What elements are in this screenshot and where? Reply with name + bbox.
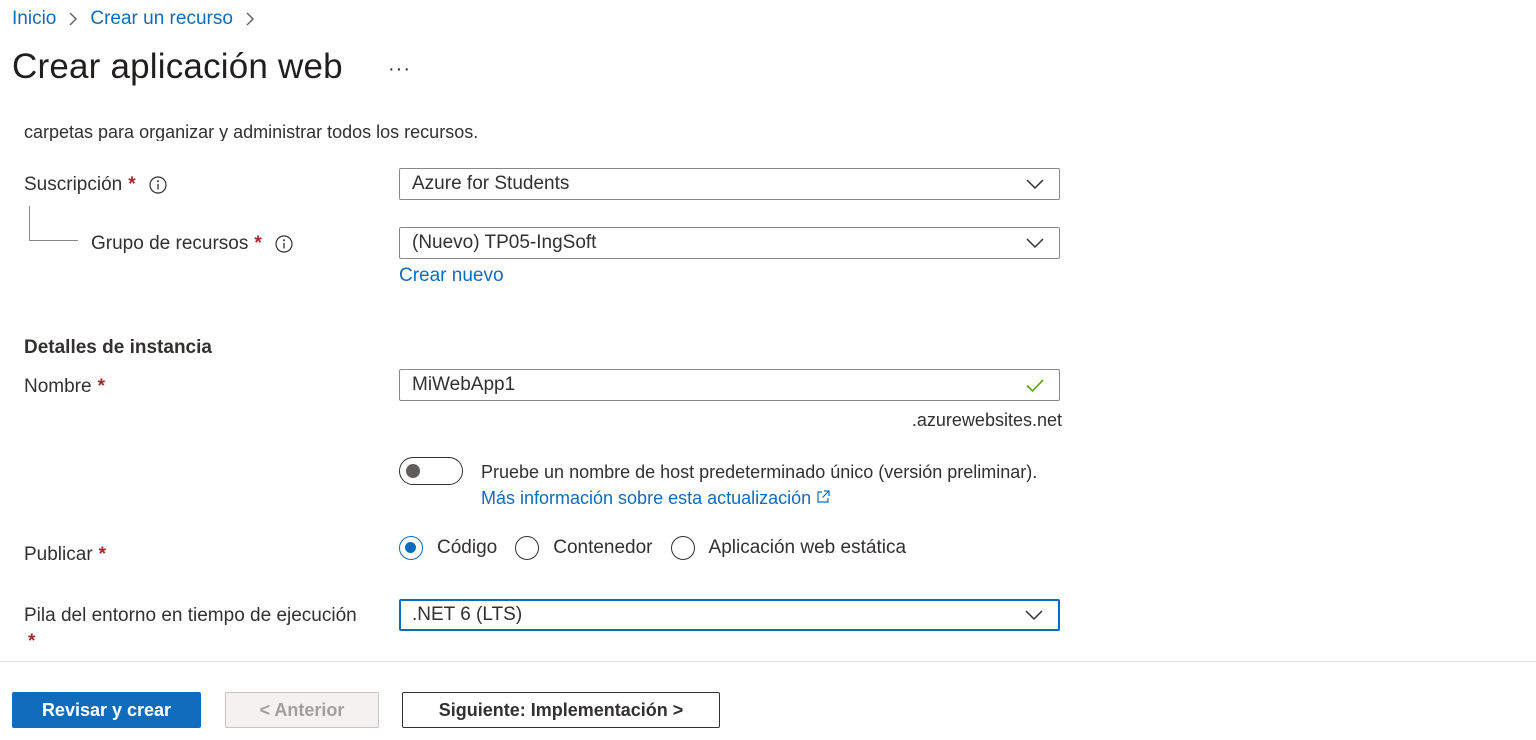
runtime-stack-label: Pila del entorno en tiempo de ejecución * [24,605,357,652]
scrolled-description: carpetas para organizar y administrar to… [24,122,479,141]
chevron-down-icon [1022,603,1046,627]
resource-group-select[interactable]: (Nuevo) TP05-IngSoft [399,227,1060,259]
next-deployment-button[interactable]: Siguiente: Implementación > [402,692,720,728]
unique-hostname-toggle[interactable] [399,457,463,485]
info-icon[interactable] [274,234,294,254]
publish-label: Publicar * [24,544,107,565]
radio-unchecked-icon [515,536,540,560]
info-icon[interactable] [148,175,168,195]
toggle-description: Pruebe un nombre de host predeterminado … [481,462,1038,508]
breadcrumb: Inicio Crear un recurso [12,7,267,31]
toggle-knob [406,464,420,478]
required-marker: * [98,544,107,565]
breadcrumb-create-resource-link[interactable]: Crear un recurso [90,8,233,30]
resource-group-label: Grupo de recursos * [91,233,294,255]
chevron-right-icon [62,8,84,30]
chevron-down-icon [1023,231,1047,255]
name-input[interactable]: MiWebApp1 [399,369,1060,401]
publish-option-container[interactable]: Contenedor [515,536,653,560]
breadcrumb-home-link[interactable]: Inicio [12,8,56,30]
learn-more-link[interactable]: Más información sobre esta actualización [481,488,831,508]
chevron-right-icon [239,8,261,30]
required-marker: * [28,631,36,652]
publish-radio-group: Código Contenedor Aplicación web estátic… [399,536,924,560]
required-marker: * [97,376,105,397]
name-label: Nombre * [24,376,105,397]
required-marker: * [254,233,262,254]
radio-unchecked-icon [670,536,695,560]
subscription-select[interactable]: Azure for Students [399,168,1060,200]
previous-button[interactable]: < Anterior [225,692,379,728]
required-marker: * [128,174,136,195]
runtime-stack-select[interactable]: .NET 6 (LTS) [399,599,1060,631]
instance-details-heading: Detalles de instancia [24,337,212,358]
page-title: Crear aplicación web [12,47,343,86]
checkmark-icon [1023,373,1047,397]
more-options-icon[interactable]: ··· [388,58,411,81]
publish-option-static-web-app[interactable]: Aplicación web estática [670,536,906,560]
external-link-icon [815,486,831,503]
create-new-resource-group-link[interactable]: Crear nuevo [399,265,504,287]
domain-suffix: .azurewebsites.net [911,410,1062,430]
review-create-button[interactable]: Revisar y crear [12,692,201,728]
tree-connector [29,206,78,241]
subscription-label: Suscripción * [24,174,168,196]
radio-checked-icon [399,536,423,560]
chevron-down-icon [1023,172,1047,196]
footer-divider [0,661,1536,662]
publish-option-code[interactable]: Código [399,536,497,560]
